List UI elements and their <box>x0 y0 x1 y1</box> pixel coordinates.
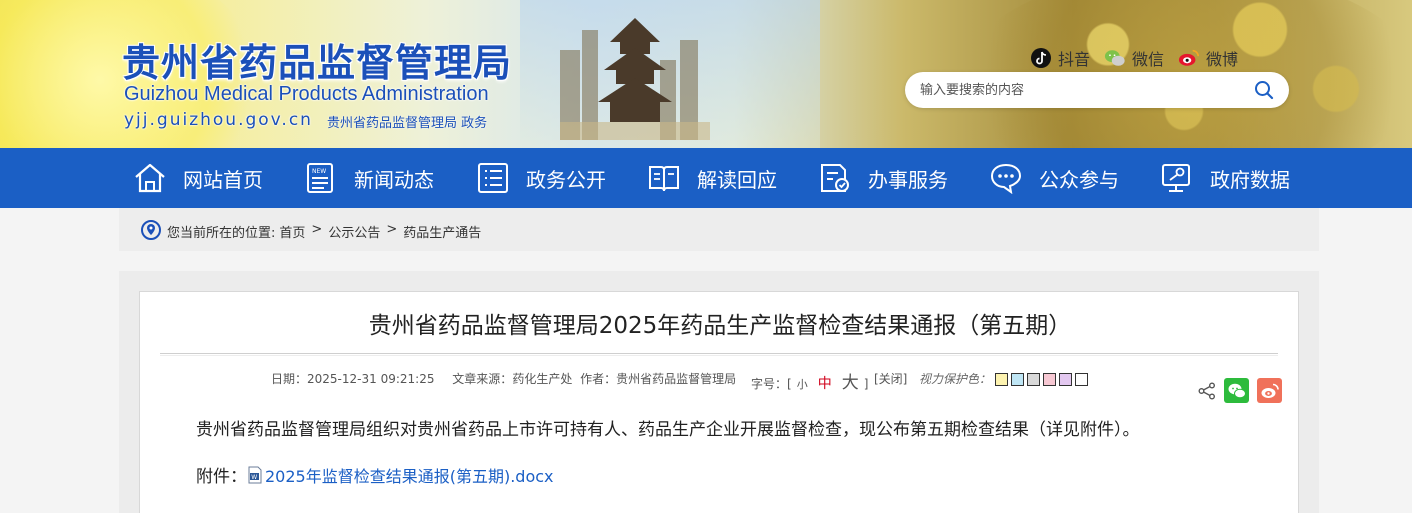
attachment-row: 附件： W 2025年监督检查结果通报(第五期).docx <box>196 462 554 487</box>
font-size-medium-button[interactable]: 中 <box>818 373 832 393</box>
search-icon[interactable] <box>1253 79 1275 101</box>
wechat-share-icon <box>1228 383 1246 398</box>
nav-item-open-government-label: 政务公开 <box>526 167 606 192</box>
weibo-icon <box>1178 49 1200 66</box>
weibo-share-icon <box>1261 383 1279 398</box>
nav-item-home[interactable]: 网站首页 <box>133 148 263 208</box>
service-icon <box>821 164 849 192</box>
nav-item-services-label: 办事服务 <box>868 167 948 192</box>
breadcrumb-home[interactable]: 首页 <box>279 222 305 241</box>
font-size-end: ] <box>863 377 869 391</box>
font-size-small-button[interactable]: 小 <box>797 376 808 392</box>
color-swatch-pink[interactable] <box>1043 373 1056 386</box>
breadcrumb-trail: 您当前所在的位置: 首页 > 公示公告 > 药品生产通告 <box>167 222 481 241</box>
weibo-share-button[interactable] <box>1257 378 1282 403</box>
eye-protection-colors <box>995 373 1088 386</box>
social-douyin-label: 抖音 <box>1058 50 1091 69</box>
font-size-label: 字号：[ <box>751 377 792 391</box>
eye-protection-label: 视力保护色： <box>919 372 992 386</box>
title-divider <box>160 353 1278 356</box>
article-meta: 日期：2025-12-31 09:21:25 文章来源：药化生产处 作者：贵州省… <box>271 370 736 387</box>
news-icon: NEW <box>307 163 333 193</box>
color-swatch-white[interactable] <box>1075 373 1088 386</box>
color-swatch-gray[interactable] <box>1027 373 1040 386</box>
wechat-share-button[interactable] <box>1224 378 1249 403</box>
nav-item-home-label: 网站首页 <box>183 167 263 192</box>
social-links: 抖音 微信 微博 <box>1030 46 1238 70</box>
color-swatch-purple[interactable] <box>1059 373 1072 386</box>
breadcrumb-prefix: 您当前所在的位置: <box>167 226 276 241</box>
jiaxiu-tower-illustration <box>560 18 710 140</box>
color-swatch-blue[interactable] <box>1011 373 1024 386</box>
share-bar <box>1198 378 1282 403</box>
close-button[interactable]: [关闭] <box>874 370 907 387</box>
search-box <box>905 72 1289 108</box>
social-wechat[interactable]: 微信 <box>1104 46 1164 70</box>
search-input[interactable] <box>920 81 1240 99</box>
wechat-icon <box>1104 50 1125 66</box>
svg-text:W: W <box>251 474 257 481</box>
header-banner: 贵州省药品监督管理局 Guizhou Medical Products Admi… <box>0 0 1412 148</box>
article-source: 药化生产处 <box>512 372 573 386</box>
breadcrumb-announcements[interactable]: 公示公告 <box>328 222 380 241</box>
breadcrumb-separator: > <box>386 222 398 237</box>
nav-item-news-label: 新闻动态 <box>354 167 434 192</box>
social-douyin[interactable]: 抖音 <box>1030 46 1090 70</box>
nav-item-public-participation-label: 公众参与 <box>1039 167 1119 192</box>
author-label: 作者： <box>580 372 617 386</box>
nav-item-public-participation[interactable]: 公众参与 <box>989 148 1119 208</box>
font-size-control: 字号：[ 小 中 大 ] <box>751 368 868 393</box>
article-body: 贵州省药品监督管理局组织对贵州省药品上市许可持有人、药品生产企业开展监督检查，现… <box>196 420 1140 440</box>
word-document-icon: W <box>248 466 262 483</box>
share-icon[interactable] <box>1198 382 1216 400</box>
data-icon <box>1162 164 1190 192</box>
douyin-icon <box>1031 48 1051 68</box>
article-author: 贵州省药品监督管理局 <box>616 372 737 386</box>
publish-date: 2025-12-31 09:21:25 <box>307 372 435 386</box>
breadcrumb-drug-production-notice[interactable]: 药品生产通告 <box>403 222 481 241</box>
list-icon <box>478 163 508 193</box>
book-icon <box>649 166 679 192</box>
nav-item-news[interactable]: NEW 新闻动态 <box>304 148 434 208</box>
attachment-link[interactable]: 2025年监督检查结果通报(第五期).docx <box>265 463 554 487</box>
breadcrumb: 您当前所在的位置: 首页 > 公示公告 > 药品生产通告 <box>119 208 1319 251</box>
chat-icon <box>990 163 1022 194</box>
attachment-label: 附件： <box>196 467 247 487</box>
site-logo-chinese[interactable]: 贵州省药品监督管理局 <box>122 32 512 87</box>
font-size-large-button[interactable]: 大 <box>842 368 859 393</box>
article-title: 贵州省药品监督管理局2025年药品生产监督检查结果通报（第五期） <box>368 313 1072 339</box>
social-wechat-label: 微信 <box>1132 50 1165 69</box>
nav-item-government-data[interactable]: 政府数据 <box>1160 148 1290 208</box>
color-swatch-yellow[interactable] <box>995 373 1008 386</box>
nav-item-government-data-label: 政府数据 <box>1210 167 1290 192</box>
source-label: 文章来源： <box>452 372 513 386</box>
site-url: yjj.guizhou.gov.cn <box>124 110 313 130</box>
nav-item-interpretation[interactable]: 解读回应 <box>647 148 777 208</box>
main-nav: 网站首页 NEW 新闻动态 政务公开 解读回应 办事服务 公众参与 政府数据 <box>0 148 1412 208</box>
location-pin-icon <box>141 220 161 240</box>
nav-item-interpretation-label: 解读回应 <box>697 167 777 192</box>
social-weibo-label: 微博 <box>1206 50 1239 69</box>
social-weibo[interactable]: 微博 <box>1178 46 1238 70</box>
nav-item-open-government[interactable]: 政务公开 <box>476 148 606 208</box>
home-icon <box>135 163 165 193</box>
site-logo-english[interactable]: Guizhou Medical Products Administration <box>124 83 489 106</box>
date-label: 日期： <box>271 372 308 386</box>
article-panel: 贵州省药品监督管理局2025年药品生产监督检查结果通报（第五期） 日期：2025… <box>139 291 1299 513</box>
site-slogan: 贵州省药品监督管理局 政务 <box>327 116 488 131</box>
nav-item-services[interactable]: 办事服务 <box>818 148 948 208</box>
breadcrumb-separator: > <box>311 222 323 237</box>
svg-text:NEW: NEW <box>312 168 326 175</box>
